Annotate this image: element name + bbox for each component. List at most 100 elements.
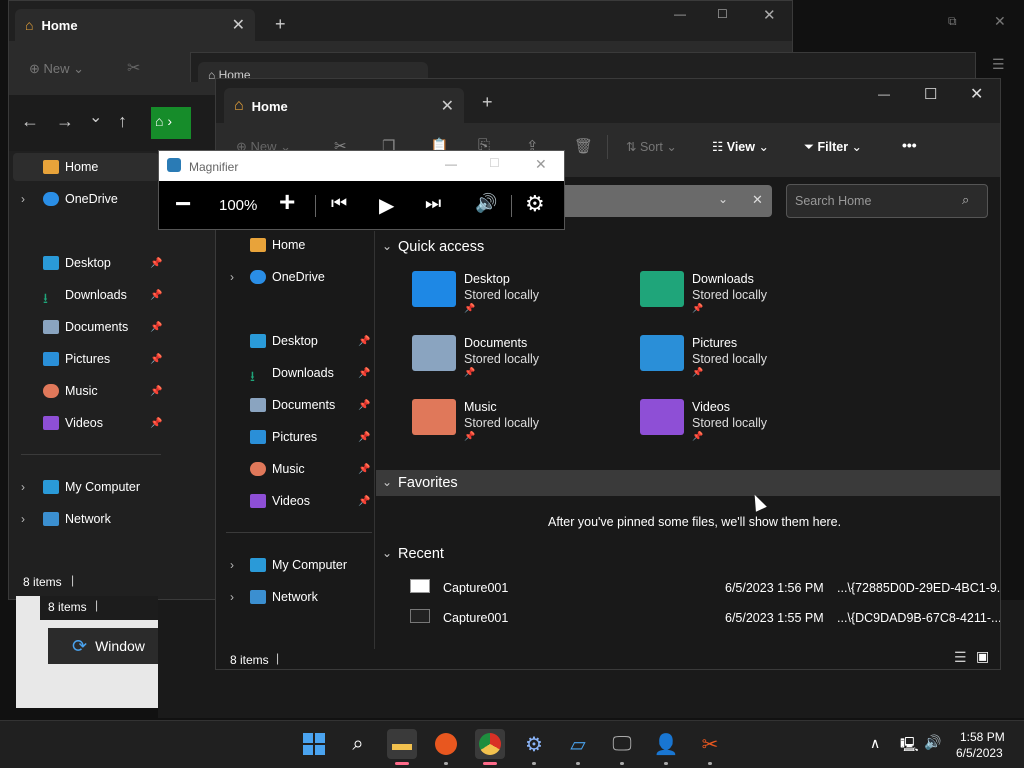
firefox-icon[interactable]	[431, 729, 461, 759]
recent-dropdown-icon[interactable]: ⌄	[89, 107, 102, 127]
clock-time[interactable]: 1:58 PM	[960, 730, 1005, 744]
search-input[interactable]: Search Home	[786, 184, 988, 218]
update-window[interactable]: ⟳ Window	[48, 628, 158, 664]
up-icon[interactable]: ↑	[118, 111, 127, 132]
sidebar-item-videos[interactable]: Videos	[43, 411, 103, 435]
minimize-icon[interactable]: —	[674, 7, 686, 21]
close-icon[interactable]: ✕	[535, 156, 547, 173]
sidebar-item-network[interactable]: Network	[250, 585, 318, 609]
quick-access-chevron-icon[interactable]: ⌄	[382, 239, 392, 253]
details-view-icon[interactable]: ☰	[954, 649, 967, 666]
quick-access-desktop[interactable]: Desktop Stored locally 📌	[412, 271, 539, 314]
zoom-in-button[interactable]: +	[279, 187, 295, 217]
file-explorer-icon[interactable]: ▬	[387, 729, 417, 759]
show-hidden-icons-icon[interactable]: ∧	[870, 735, 880, 752]
pin-icon[interactable]: 📌	[358, 368, 370, 379]
maximize-icon[interactable]: ☐	[489, 156, 500, 170]
recent-chevron-icon[interactable]: ⌄	[382, 546, 392, 560]
remote-help-icon[interactable]: 👤	[651, 729, 681, 759]
quick-access-documents[interactable]: Documents Stored locally 📌	[412, 335, 539, 378]
cut-icon[interactable]: ✂	[127, 58, 140, 78]
chevron-down-icon[interactable]: ⌄	[718, 192, 728, 206]
start-icon[interactable]	[299, 729, 329, 759]
quick-access-header[interactable]: Quick access	[398, 239, 484, 255]
snipping-tool-icon[interactable]: ✂	[695, 729, 725, 759]
search-icon[interactable]: ⌕	[343, 729, 373, 759]
sidebar-item-downloads[interactable]: ⭳ Downloads	[250, 361, 334, 385]
zoom-out-button[interactable]: −	[175, 189, 191, 219]
sidebar-item-desktop[interactable]: Desktop	[250, 329, 318, 353]
close-tab-icon[interactable]: ✕	[232, 15, 245, 35]
close-tab-icon[interactable]: ✕	[441, 96, 454, 116]
play-icon[interactable]: ▶	[379, 193, 394, 218]
chevron-right-icon[interactable]: ›	[230, 558, 234, 572]
sidebar-item-onedrive[interactable]: OneDrive	[250, 265, 325, 289]
more-options-button[interactable]: •••	[902, 137, 917, 153]
pin-icon[interactable]: 📌	[358, 336, 370, 347]
sidebar-item-music[interactable]: Music	[43, 379, 98, 403]
back-icon[interactable]: ←	[21, 111, 39, 132]
delete-icon[interactable]: 🗑	[574, 137, 593, 155]
chevron-right-icon[interactable]: ›	[21, 192, 25, 206]
sidebar-item-my-computer[interactable]: My Computer	[43, 475, 140, 499]
chevron-right-icon[interactable]: ›	[230, 270, 234, 284]
tab-home-back[interactable]: ⌂ Home ✕	[15, 9, 255, 41]
sidebar-item-pictures[interactable]: Pictures	[250, 425, 317, 449]
favorites-header-bar[interactable]	[376, 470, 1000, 496]
menu-icon[interactable]: ☰	[992, 56, 1005, 73]
close-window-icon[interactable]: ✕	[970, 84, 983, 104]
sidebar-item-documents[interactable]: Documents	[43, 315, 128, 339]
new-tab-button[interactable]: +	[275, 14, 286, 35]
restore-icon[interactable]: ⧉	[948, 14, 957, 29]
maximize-icon[interactable]: ☐	[924, 85, 937, 103]
app-icon[interactable]: ▱	[563, 729, 593, 759]
sidebar-item-onedrive[interactable]: OneDrive	[43, 187, 118, 211]
read-from-here-icon[interactable]: 🔊	[475, 193, 497, 214]
sidebar-item-videos[interactable]: Videos	[250, 489, 310, 513]
favorites-header[interactable]: Favorites	[398, 475, 458, 491]
pin-icon[interactable]: 📌	[358, 400, 370, 411]
sidebar-item-documents[interactable]: Documents	[250, 393, 335, 417]
recent-row[interactable]: Capture001 6/5/2023 1:56 PM ...\{72885D0…	[376, 575, 1000, 601]
minimize-icon[interactable]: —	[445, 157, 457, 171]
next-icon[interactable]: ⏭	[425, 193, 441, 214]
sidebar-item-music[interactable]: Music	[250, 457, 305, 481]
quick-access-downloads[interactable]: Downloads Stored locally 📌	[640, 271, 767, 314]
quick-access-music[interactable]: Music Stored locally 📌	[412, 399, 539, 442]
settings-gear-icon[interactable]: ⚙	[525, 191, 545, 217]
chevron-right-icon[interactable]: ›	[21, 480, 25, 494]
pin-icon[interactable]: 📌	[358, 432, 370, 443]
view-button[interactable]: ☷ View ⌄	[712, 139, 769, 154]
minimize-icon[interactable]: —	[878, 87, 890, 101]
sidebar-item-network[interactable]: Network	[43, 507, 111, 531]
address-bar[interactable]: ⌂ ›	[151, 107, 191, 139]
sort-button[interactable]: ⇅ Sort ⌄	[626, 139, 677, 154]
magnifier-app-icon[interactable]: 🖵	[607, 729, 637, 759]
new-tab-button[interactable]: +	[482, 92, 493, 113]
sidebar-item-home[interactable]: Home	[250, 233, 305, 257]
recent-header[interactable]: Recent	[398, 546, 444, 562]
chevron-right-icon[interactable]: ›	[21, 512, 25, 526]
settings-icon[interactable]: ⚙	[519, 729, 549, 759]
quick-access-videos[interactable]: Videos Stored locally 📌	[640, 399, 767, 442]
forward-icon[interactable]: →	[56, 111, 74, 132]
sidebar-item-downloads[interactable]: ⭳ Downloads	[43, 283, 127, 307]
filter-button[interactable]: ⏷ Filter ⌄	[804, 139, 862, 155]
pin-icon[interactable]: 📌	[358, 496, 370, 507]
sidebar-item-desktop[interactable]: Desktop	[43, 251, 111, 275]
pin-icon[interactable]: 📌	[358, 464, 370, 475]
sidebar-item-my-computer[interactable]: My Computer	[250, 553, 347, 577]
search-icon[interactable]: ⌕	[962, 192, 969, 208]
tiles-view-icon[interactable]: ▣	[976, 648, 989, 665]
chevron-right-icon[interactable]: ›	[230, 590, 234, 604]
previous-icon[interactable]: ⏮	[331, 193, 347, 214]
tab-home[interactable]: ⌂ Home ✕	[224, 88, 464, 124]
new-button[interactable]: ⊕ New ⌄	[29, 61, 84, 77]
recent-row[interactable]: Capture001 6/5/2023 1:55 PM ...\{DC9DAD9…	[376, 605, 1000, 631]
volume-icon[interactable]: 🔊	[924, 734, 941, 751]
clock-date[interactable]: 6/5/2023	[956, 746, 1003, 760]
close-icon[interactable]: ✕	[763, 6, 776, 24]
sidebar-item-home[interactable]: Home	[43, 155, 98, 179]
sidebar-item-pictures[interactable]: Pictures	[43, 347, 110, 371]
close-icon[interactable]: ✕	[994, 13, 1006, 30]
